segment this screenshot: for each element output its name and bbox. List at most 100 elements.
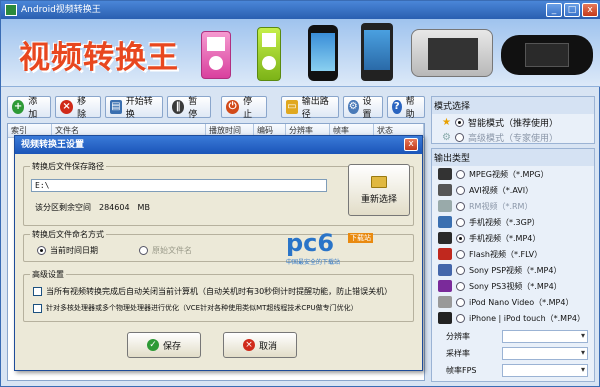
samplerate-label: 采样率 (446, 349, 470, 358)
output-type-label: Flash视频（*.FLV） (469, 249, 543, 259)
output-type-item[interactable]: iPhone | iPod touch（*.MP4） (432, 310, 594, 326)
dialog-title: 视频转换王设置 (15, 136, 422, 154)
plus-icon: + (12, 100, 25, 114)
output-type-label: Sony PSP视频（*.MP4） (469, 265, 562, 275)
output-path-button[interactable]: ▭ 输出路径 (281, 96, 339, 120)
output-type-radio[interactable] (456, 297, 465, 307)
maximize-button[interactable]: □ (564, 3, 580, 17)
path-input[interactable]: E:\ (31, 179, 327, 192)
pause-label: 暂停 (188, 97, 198, 120)
output-type-radio[interactable] (456, 233, 465, 243)
output-type-item[interactable]: AVI视频（*.AVI） (432, 182, 594, 198)
gear-icon: ⚙ (348, 100, 359, 114)
output-type-list: MPEG视频（*.MPG） AVI视频（*.AVI） RM视频（*.RM） 手机视频（… (432, 166, 594, 326)
start-convert-button[interactable]: ▤ 开始转换 (105, 96, 163, 120)
output-type-label: MPEG视频（*.MPG） (469, 169, 549, 179)
samplerate-row: 采样率 (432, 345, 594, 362)
cancel-label: 取消 (258, 341, 277, 352)
output-type-radio[interactable] (456, 169, 465, 179)
naming-original-label: 原始文件名 (152, 246, 192, 255)
stop-label: 停止 (243, 97, 253, 120)
advanced-mode-radio[interactable] (454, 132, 464, 142)
advanced-mode-label: 高级模式（专家使用） (467, 133, 558, 144)
ipod-nano-green-image (257, 27, 281, 81)
naming-original-radio[interactable] (139, 246, 148, 255)
output-type-radio[interactable] (456, 201, 465, 211)
avi-icon (438, 184, 452, 196)
close-button[interactable]: x (582, 3, 598, 17)
output-type-radio[interactable] (456, 265, 465, 275)
fps-select[interactable] (502, 364, 588, 377)
output-type-radio[interactable] (456, 217, 465, 227)
output-type-item[interactable]: 手机视频（*.MP4） (432, 230, 594, 246)
output-type-label: 手机视频（*.MP4） (469, 233, 541, 243)
cancel-button[interactable]: × 取消 (223, 332, 297, 358)
shutdown-checkbox[interactable] (33, 287, 42, 296)
dialog-close-button[interactable]: x (404, 138, 418, 151)
reselect-button[interactable]: 重新选择 (348, 164, 410, 216)
psp-icon (438, 264, 452, 276)
add-button[interactable]: + 添加 (7, 96, 51, 120)
output-type-item[interactable]: RM视频（*.RM） (432, 198, 594, 214)
ipod-icon (438, 296, 452, 308)
output-type-item[interactable]: Flash视频（*.FLV） (432, 246, 594, 262)
shutdown-label: 当所有视频转换完成后自动关闭当前计算机（自动关机时有30秒倒计时提醒功能，防止错… (46, 287, 393, 296)
right-panel: 模式选择 ★ 智能模式（推荐使用） ⚙ 高级模式（专家使用） 输出类型 MPEG… (431, 96, 595, 382)
path-group-title: 转换后文件保存路径 (30, 161, 106, 172)
pause-icon: ‖ (172, 100, 185, 114)
output-type-label: iPhone | iPod touch（*.MP4） (469, 313, 585, 323)
output-type-item[interactable]: MPEG视频（*.MPG） (432, 166, 594, 182)
output-type-radio[interactable] (456, 313, 465, 323)
film-icon: ▤ (110, 100, 122, 114)
app-window: Android视频转换王 _ □ x 视频转换王 + 添加 × 移除 ▤ 开始转… (0, 0, 600, 387)
pause-button[interactable]: ‖ 暂停 (167, 96, 211, 120)
output-type-radio[interactable] (456, 249, 465, 259)
output-type-title: 输出类型 (432, 149, 594, 166)
ipod-nano-pink-image (201, 31, 231, 79)
fps-row: 帧率FPS (432, 362, 594, 379)
output-type-radio[interactable] (456, 185, 465, 195)
watermark-badge: 下载站 (348, 233, 373, 243)
mode-group: 模式选择 ★ 智能模式（推荐使用） ⚙ 高级模式（专家使用） (431, 96, 595, 144)
multicore-checkbox[interactable] (33, 303, 42, 313)
samplerate-select[interactable] (502, 347, 588, 360)
cancel-icon: × (242, 339, 255, 351)
media-player-image (411, 29, 493, 77)
power-icon: ⏻ (226, 100, 240, 114)
naming-time-radio[interactable] (37, 246, 46, 255)
output-type-item[interactable]: 手机视频（*.3GP） (432, 214, 594, 230)
start-convert-label: 开始转换 (125, 97, 153, 120)
toolbar: + 添加 × 移除 ▤ 开始转换 ‖ 暂停 ⏻ 停止 ▭ 输出路径 ⚙ 设置 ? (7, 96, 425, 120)
banner: 视频转换王 (1, 19, 600, 87)
stop-button[interactable]: ⏻ 停止 (221, 96, 267, 120)
output-type-radio[interactable] (456, 281, 465, 291)
smart-mode-radio[interactable] (454, 117, 464, 127)
save-label: 保存 (162, 341, 181, 352)
pc6-watermark: pc6 下载站 中国最安全的下载站 (286, 229, 373, 266)
app-icon (5, 4, 17, 16)
star-icon: ★ (442, 116, 451, 128)
output-type-item[interactable]: iPod Nano Video（*.MP4） (432, 294, 594, 310)
output-type-item[interactable]: Sony PS3视频（*.MP4） (432, 278, 594, 294)
settings-dialog: 视频转换王设置 x 转换后文件保存路径 E:\ 该分区剩余空间 284604 M… (14, 135, 423, 371)
help-label: 帮助 (405, 97, 415, 120)
remove-button[interactable]: × 移除 (55, 96, 101, 120)
fps-label: 帧率FPS (446, 366, 477, 375)
output-type-item[interactable]: Sony PSP视频（*.MP4） (432, 262, 594, 278)
3gp-icon (438, 216, 452, 228)
settings-button[interactable]: ⚙ 设置 (343, 96, 383, 120)
iphone-image (308, 25, 338, 81)
resolution-select[interactable] (502, 330, 588, 343)
output-type-label: RM视频（*.RM） (469, 201, 533, 211)
free-space-text: 该分区剩余空间 284604 MB (35, 203, 150, 212)
save-button[interactable]: ✓ 保存 (127, 332, 201, 358)
help-icon: ? (392, 100, 402, 114)
output-type-group: 输出类型 MPEG视频（*.MPG） AVI视频（*.AVI） RM视频（*.RM）… (431, 148, 595, 382)
check-icon: ✓ (146, 339, 159, 351)
help-button[interactable]: ? 帮助 (387, 96, 425, 120)
resolution-label: 分辨率 (446, 332, 470, 341)
naming-time-label: 当前时间日期 (50, 246, 98, 255)
multicore-label: 针对多核处理器或多个物理处理器进行优化（VCE针对各种使用类似MT超线程技术CP… (46, 304, 358, 312)
settings-icon: ⚙ (442, 131, 451, 143)
minimize-button[interactable]: _ (546, 3, 562, 17)
